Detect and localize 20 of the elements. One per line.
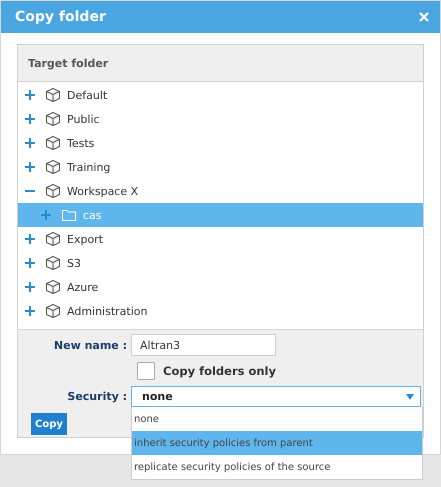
panel-title: Target folder xyxy=(28,56,108,70)
field-label: New name : xyxy=(52,338,128,352)
dropdown-option[interactable]: replicate security policies of the source xyxy=(132,455,422,479)
copy-button[interactable]: Copy xyxy=(31,413,67,435)
tree-item[interactable]: Workspace X xyxy=(18,179,423,203)
dropdown-option[interactable]: inherit security policies from parent xyxy=(132,431,422,455)
tree-item[interactable]: S3 xyxy=(18,251,423,275)
name-field[interactable]: Altran3 xyxy=(131,334,276,356)
checkbox-label: Copy folders only xyxy=(163,364,276,378)
tree-item[interactable]: Administration xyxy=(18,299,423,323)
tree-item[interactable]: Tests xyxy=(18,131,423,155)
tree-item[interactable]: Export xyxy=(18,227,423,251)
tree-item[interactable]: Public xyxy=(18,107,423,131)
window-title: Copy folder xyxy=(15,9,106,25)
tree-item[interactable]: Training xyxy=(18,155,423,179)
tree-item[interactable]: Default xyxy=(18,83,423,107)
field-label: Security : xyxy=(66,390,128,403)
tree-item[interactable]: Azure xyxy=(18,275,423,299)
dropdown-option[interactable]: none xyxy=(132,407,422,431)
security-dropdown[interactable]: none xyxy=(131,386,421,407)
